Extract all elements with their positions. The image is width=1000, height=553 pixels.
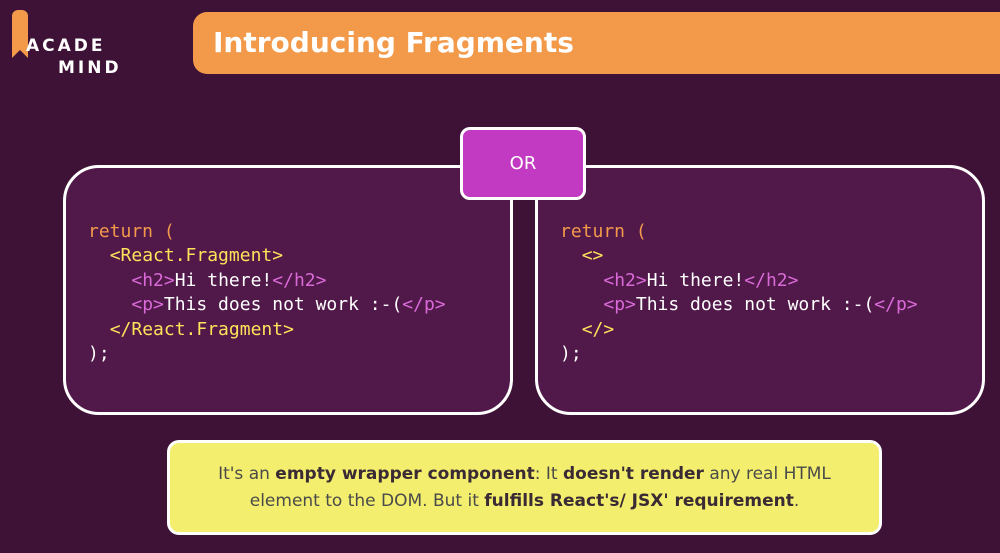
code-token: This does not work :-(: [635, 294, 875, 316]
note-text: It's an: [218, 463, 276, 484]
code-token: </p>: [874, 294, 918, 316]
note-text: : It: [534, 463, 563, 484]
note-bold: doesn't render: [562, 463, 704, 484]
code-token: <h2>: [603, 269, 647, 291]
note-bold: fulfills React's/ JSX' requirement: [484, 490, 794, 511]
logo-text-line2: MIND: [58, 58, 122, 78]
logo-text-line1: ACADE: [26, 36, 106, 56]
code-line: </React.Fragment>: [109, 318, 294, 340]
code-box-react-fragment: return ( <React.Fragment> <h2>Hi there!<…: [63, 165, 513, 415]
code-line: );: [88, 343, 110, 365]
code-token: <h2>: [131, 269, 175, 291]
explanation-note: It's an empty wrapper component: It does…: [167, 440, 882, 535]
code-token: This does not work :-(: [163, 294, 403, 316]
code-token: </h2>: [272, 269, 327, 291]
code-line: </>: [581, 318, 615, 340]
code-token: <p>: [603, 294, 636, 316]
code-token: Hi there!: [646, 269, 745, 291]
code-token: Hi there!: [174, 269, 273, 291]
slide-title: Introducing Fragments: [213, 26, 574, 59]
academind-logo: ACADE MIND: [8, 8, 128, 78]
code-token: </h2>: [744, 269, 799, 291]
note-bold: empty wrapper component: [275, 463, 535, 484]
code-snippet-left: return ( <React.Fragment> <h2>Hi there!<…: [88, 220, 446, 366]
or-badge: OR: [460, 127, 586, 200]
explanation-text: It's an empty wrapper component: It does…: [194, 461, 855, 515]
code-token: </p>: [402, 294, 446, 316]
code-box-short-fragment: return ( <> <h2>Hi there!</h2> <p>This d…: [535, 165, 985, 415]
code-line: <React.Fragment>: [109, 245, 284, 267]
title-bar: Introducing Fragments: [193, 12, 1000, 74]
code-line: return (: [560, 221, 647, 242]
code-token: <p>: [131, 294, 164, 316]
code-line: return (: [88, 221, 175, 242]
code-line: );: [560, 343, 582, 365]
code-snippet-right: return ( <> <h2>Hi there!</h2> <p>This d…: [560, 220, 918, 366]
note-text: .: [793, 490, 800, 511]
code-line: <>: [581, 245, 604, 267]
